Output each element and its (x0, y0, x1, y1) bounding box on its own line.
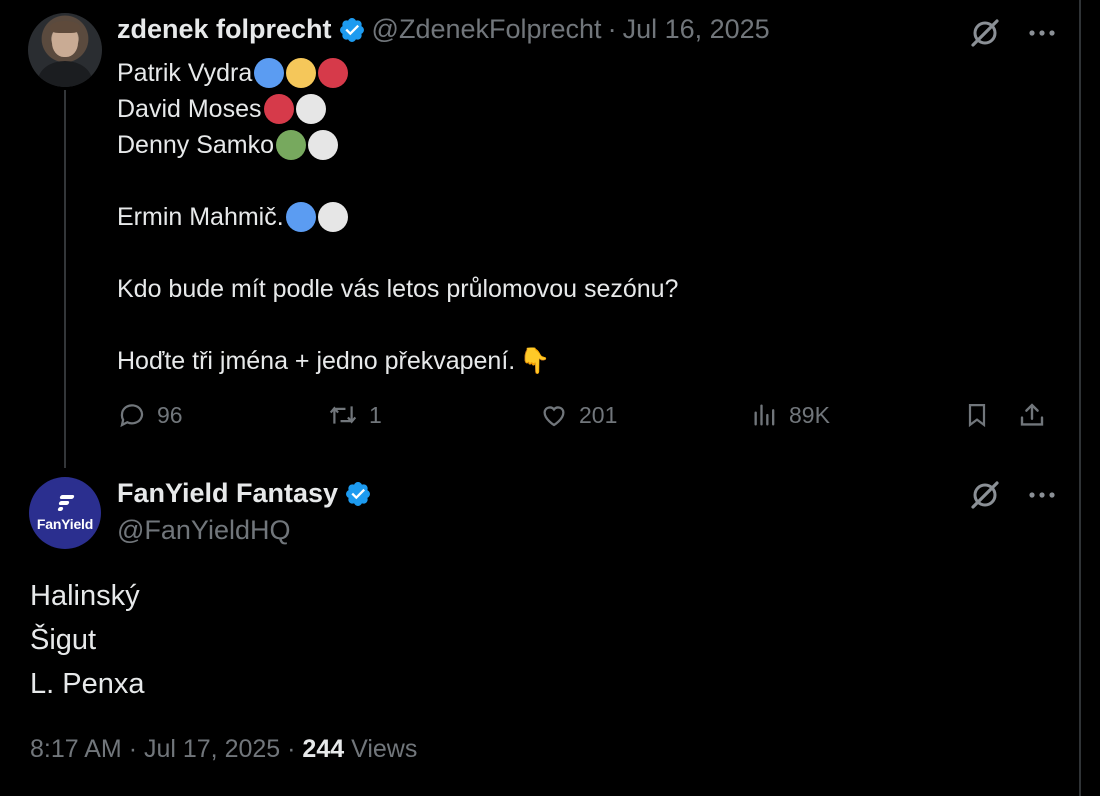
circle-emoji-green (276, 130, 307, 160)
views-count: 244 (302, 735, 345, 763)
reply-line: L. Penxa (30, 668, 145, 700)
like-icon (539, 400, 569, 430)
reply-time[interactable]: 8:17 AM (30, 735, 122, 763)
tweet-line: Denny Samko (117, 127, 678, 163)
footer-separator: · (128, 735, 138, 763)
tweet-body: Patrik Vydra David Moses Denny Samko Erm… (117, 55, 678, 379)
more-icon[interactable] (1028, 490, 1056, 500)
like-button[interactable]: 201 (539, 400, 617, 430)
reply-body: Halinský Šigut L. Penxa (30, 574, 144, 706)
grok-icon[interactable] (968, 478, 1002, 512)
tweet-date[interactable]: Jul 16, 2025 (623, 14, 770, 45)
avatar-fanyield[interactable]: FanYield (29, 477, 101, 549)
footer-separator: · (287, 735, 296, 763)
tweet-action-bar: 96 1 201 89K (117, 396, 1049, 436)
reply-footer-meta: 8:17 AM · Jul 17, 2025 · 244 Views (30, 735, 417, 764)
circle-emoji-yellow (286, 58, 317, 88)
verified-badge-icon[interactable] (338, 16, 366, 44)
more-icon[interactable] (1028, 28, 1056, 38)
avatar-brand-text: FanYield (36, 516, 94, 532)
circle-emoji-white (295, 94, 326, 124)
reply-author-handle[interactable]: @FanYieldHQ (117, 515, 378, 546)
bookmark-icon (963, 400, 991, 430)
reply-button[interactable]: 96 (117, 400, 183, 430)
views-label: Views (351, 735, 418, 763)
pointing-down-emoji-icon: 👇 (519, 347, 551, 375)
avatar-zdenek[interactable] (28, 13, 102, 87)
views-count: 89K (789, 401, 830, 428)
reply-line: Šigut (30, 624, 97, 656)
repost-icon (327, 400, 359, 430)
tweet-line: Patrik Vydra (117, 55, 678, 91)
tweet-line: Hoďte tři jména + jedno překvapení. 👇 (117, 343, 678, 379)
reply-icon (117, 400, 147, 430)
repost-count: 1 (369, 401, 382, 428)
header-separator: · (607, 14, 617, 44)
circle-emoji-white (308, 130, 339, 160)
share-icon (1017, 400, 1047, 430)
circle-emoji-red (263, 94, 294, 124)
bookmark-button[interactable] (963, 400, 991, 430)
like-count: 201 (579, 401, 618, 428)
reply-count: 96 (157, 401, 183, 428)
views-icon (751, 400, 779, 430)
tweet-line: David Moses (117, 91, 678, 127)
column-divider (1079, 0, 1081, 796)
tweet-line: Kdo bude mít podle vás letos průlomovou … (117, 275, 679, 303)
views-button[interactable]: 89K (751, 400, 830, 430)
reply-line: Halinský (30, 580, 140, 612)
author-name[interactable]: zdenek folprecht (117, 14, 332, 45)
reply-header: FanYield Fantasy @FanYieldHQ (117, 478, 378, 546)
tweet-top-actions (968, 16, 1056, 50)
verified-badge-icon[interactable] (344, 480, 372, 508)
reply-date[interactable]: Jul 17, 2025 (144, 735, 280, 763)
repost-button[interactable]: 1 (327, 400, 382, 430)
circle-emoji-red (318, 58, 349, 88)
grok-icon[interactable] (968, 16, 1002, 50)
reply-author-name[interactable]: FanYield Fantasy (117, 478, 338, 509)
fanyield-logo-icon (56, 494, 75, 512)
tweet-header: zdenek folprecht @ZdenekFolprecht · Jul … (117, 14, 770, 45)
circle-emoji-white (317, 202, 348, 232)
author-handle[interactable]: @ZdenekFolprecht (372, 14, 602, 45)
thread-connector-line (64, 90, 66, 468)
tweet-line: Ermin Mahmič. (117, 199, 678, 235)
reply-top-actions (968, 478, 1056, 512)
share-button[interactable] (1017, 400, 1047, 430)
circle-emoji-blue (254, 58, 285, 88)
circle-emoji-blue (285, 202, 316, 232)
